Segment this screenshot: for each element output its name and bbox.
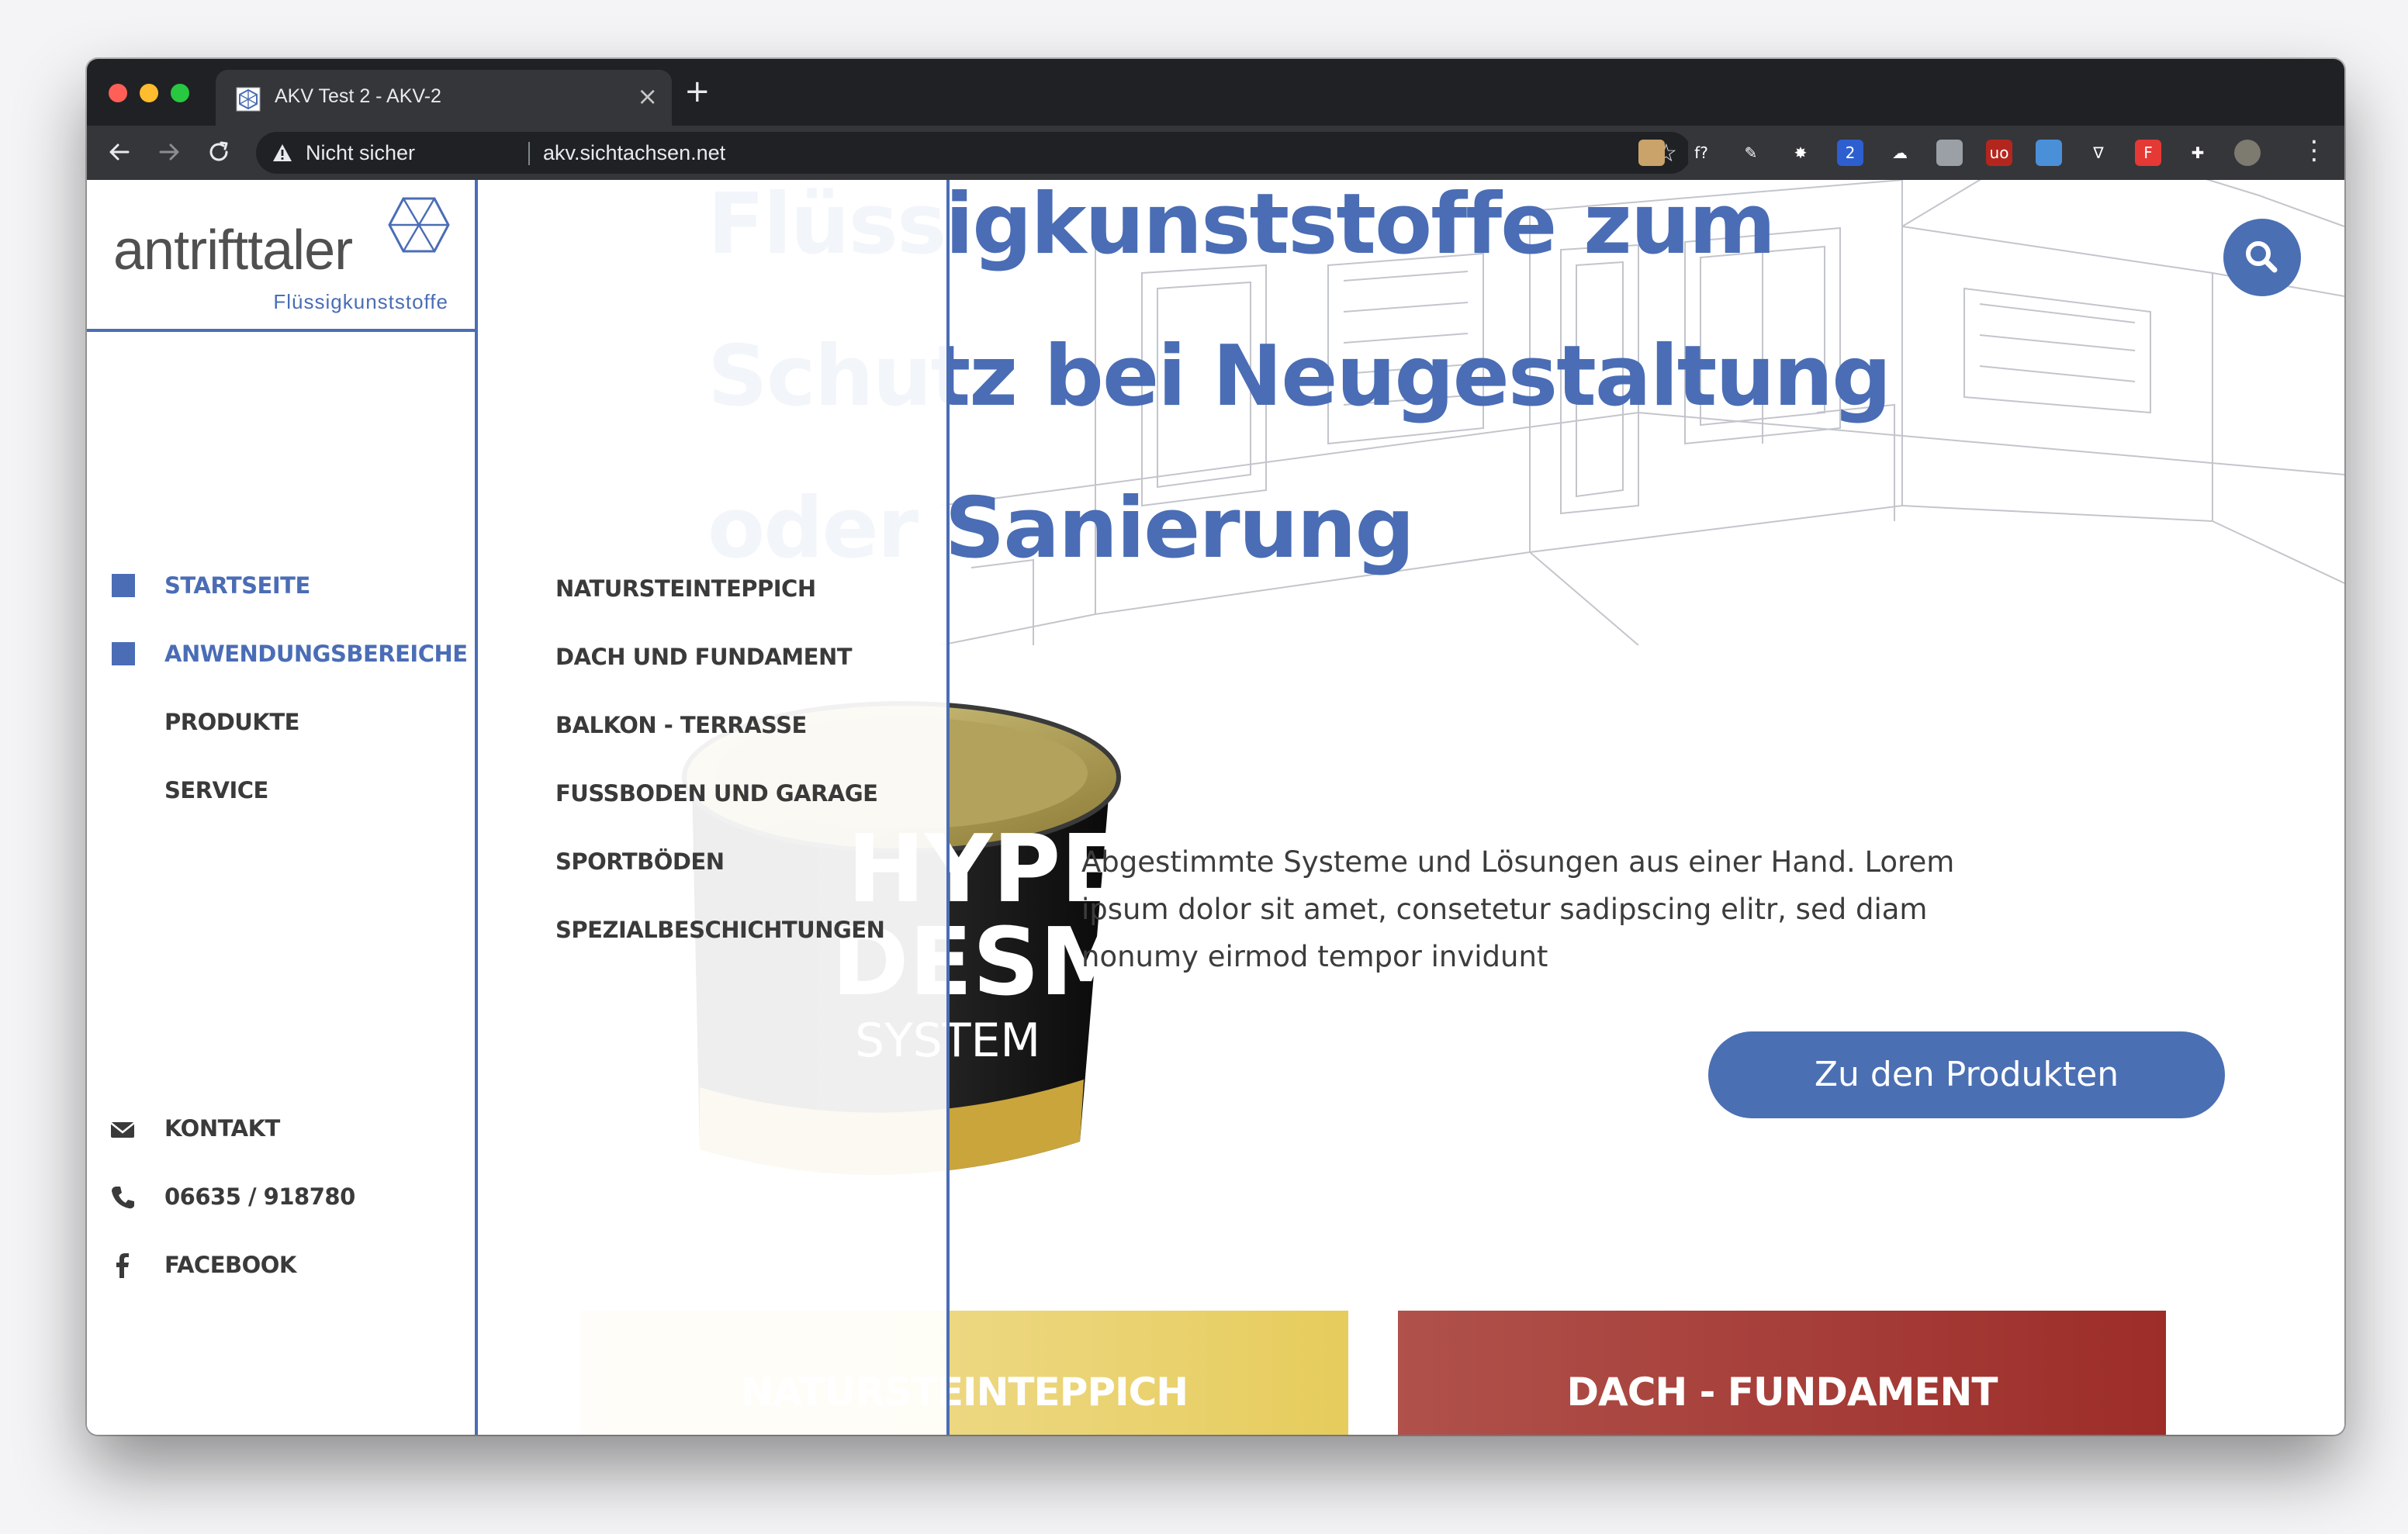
extension-icon-2-glyph: f? bbox=[1694, 143, 1708, 162]
extension-icon-11[interactable]: F bbox=[2135, 140, 2161, 166]
search-icon bbox=[2246, 241, 2278, 273]
extension-icon-2[interactable]: f? bbox=[1688, 140, 1714, 166]
tab-strip: AKV Test 2 - AKV-2 × + bbox=[87, 59, 2344, 126]
nav-active-marker bbox=[112, 642, 135, 665]
extension-icon-1-glyph bbox=[1638, 140, 1665, 166]
browser-menu-icon[interactable]: ⋮ bbox=[2301, 135, 2327, 166]
site-favicon-icon bbox=[236, 87, 261, 112]
url-text[interactable]: akv.sichtachsen.net bbox=[543, 141, 725, 165]
submenu-item[interactable]: FUSSBODEN UND GARAGE bbox=[555, 780, 878, 807]
profile-avatar-glyph bbox=[2234, 140, 2261, 166]
extension-icon-9[interactable] bbox=[2036, 140, 2062, 166]
arrow-right-icon bbox=[159, 143, 179, 161]
extension-icon-5-glyph: 2 bbox=[1845, 143, 1856, 162]
nav-item-label: PRODUKTE bbox=[164, 709, 299, 735]
browser-tab[interactable]: AKV Test 2 - AKV-2 × bbox=[216, 70, 672, 126]
logo-text: antrifttaler bbox=[113, 219, 353, 282]
tab-close-icon[interactable]: × bbox=[637, 82, 658, 110]
web-page: Flüssigkunststoffe zum Schutz bei Neuges… bbox=[87, 180, 2344, 1435]
extension-icon-5[interactable]: 2 bbox=[1837, 140, 1863, 166]
back-button[interactable] bbox=[101, 132, 138, 172]
submenu-item[interactable]: NATURSTEINTEPPICH bbox=[555, 575, 816, 602]
envelope-icon bbox=[110, 1122, 135, 1138]
extensions-puzzle-icon[interactable]: ✚ bbox=[2185, 140, 2211, 166]
extension-icon-8-glyph: uo bbox=[1989, 143, 2009, 162]
products-cta-button[interactable]: Zu den Produkten bbox=[1708, 1031, 2225, 1118]
warning-icon bbox=[273, 144, 292, 161]
logo[interactable]: antrifttaler Flüssigkunststoffe bbox=[87, 180, 475, 332]
submenu-item[interactable]: SPEZIALBESCHICHTUNGEN bbox=[555, 917, 885, 943]
nav-item-label: ANWENDUNGSBEREICHE bbox=[164, 641, 468, 667]
extension-icon-6[interactable]: ☁ bbox=[1887, 140, 1913, 166]
extension-icon-3-glyph: ✎ bbox=[1744, 143, 1758, 162]
address-separator bbox=[528, 142, 530, 165]
maximize-window-button[interactable] bbox=[171, 84, 189, 102]
nav-item-label: STARTSEITE bbox=[164, 572, 310, 599]
forward-button[interactable] bbox=[150, 132, 188, 172]
security-status-label[interactable]: Nicht sicher bbox=[306, 141, 415, 165]
reload-button[interactable] bbox=[200, 132, 237, 172]
extension-icon-6-glyph: ☁ bbox=[1892, 143, 1908, 162]
phone-number: 06635 / 918780 bbox=[164, 1183, 355, 1210]
address-bar[interactable]: Nicht sicher akv.sichtachsen.net ☆ bbox=[256, 132, 1691, 174]
submenu-item[interactable]: BALKON - TERRASSE bbox=[555, 712, 807, 738]
new-tab-button[interactable]: + bbox=[684, 76, 711, 107]
sidebar: antrifttaler Flüssigkunststoffe STARTSEI… bbox=[87, 180, 475, 1435]
nav-active-marker bbox=[112, 574, 135, 597]
card-dach-fundament[interactable]: DACH - FUNDAMENT bbox=[1398, 1311, 2166, 1435]
facebook-link: FACEBOOK bbox=[164, 1252, 296, 1278]
extension-icon-10[interactable]: ∇ bbox=[2085, 140, 2112, 166]
extension-icon-3[interactable]: ✎ bbox=[1738, 140, 1764, 166]
extension-icon-10-glyph: ∇ bbox=[2093, 143, 2104, 162]
close-window-button[interactable] bbox=[109, 84, 127, 102]
extension-icon-4-glyph: ✸ bbox=[1794, 143, 1808, 162]
reload-icon bbox=[209, 141, 228, 161]
search-button[interactable] bbox=[2223, 219, 2301, 296]
extensions-puzzle-icon-glyph: ✚ bbox=[2191, 143, 2205, 162]
extension-icon-7[interactable] bbox=[1936, 140, 1963, 166]
browser-toolbar: Nicht sicher akv.sichtachsen.net ☆ f? ✎ ✸ 2… bbox=[87, 126, 2344, 180]
contact-label: KONTAKT bbox=[164, 1115, 280, 1142]
hero-tagline: Abgestimmte Systeme und Lösungen aus ein… bbox=[1081, 845, 1955, 973]
phone-icon bbox=[112, 1187, 134, 1209]
nav-item-label: SERVICE bbox=[164, 777, 268, 803]
extension-icon-8[interactable]: uo bbox=[1986, 140, 2012, 166]
profile-avatar[interactable] bbox=[2234, 140, 2261, 166]
logo-subtitle: Flüssigkunststoffe bbox=[273, 290, 448, 313]
arrow-left-icon bbox=[109, 143, 130, 161]
extension-icon-4[interactable]: ✸ bbox=[1787, 140, 1814, 166]
extension-icon-9-glyph bbox=[2036, 140, 2062, 166]
extension-icon-11-glyph: F bbox=[2143, 143, 2153, 162]
tab-title: AKV Test 2 - AKV-2 bbox=[275, 85, 441, 107]
submenu-item[interactable]: SPORTBÖDEN bbox=[555, 848, 725, 875]
facebook-icon bbox=[116, 1253, 129, 1278]
minimize-window-button[interactable] bbox=[140, 84, 158, 102]
submenu-panel: NATURSTEINTEPPICH DACH UND FUNDAMENT BALKO… bbox=[475, 180, 950, 1435]
browser-window: AKV Test 2 - AKV-2 × + Nicht sicher akv.… bbox=[87, 59, 2344, 1435]
extension-icon-1[interactable] bbox=[1638, 140, 1665, 166]
logo-hexagon-icon bbox=[388, 197, 450, 253]
extension-icon-7-glyph bbox=[1936, 140, 1963, 166]
submenu-item[interactable]: DACH UND FUNDAMENT bbox=[555, 644, 853, 670]
